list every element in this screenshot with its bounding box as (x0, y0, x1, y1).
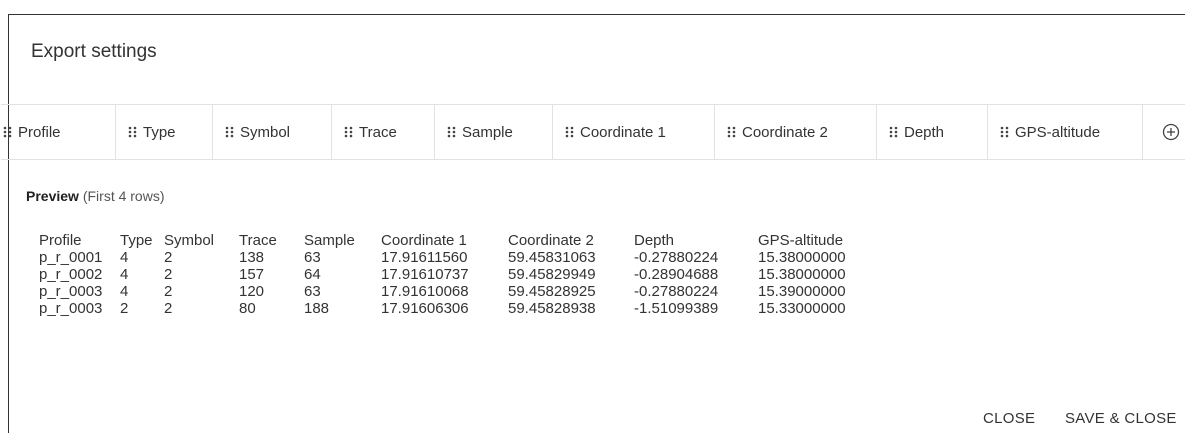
preview-header-cell: Symbol (164, 232, 215, 249)
preview-cell: 17.91611560 (381, 249, 468, 266)
column-chip-label: Symbol (240, 123, 291, 141)
preview-cell: 2 (164, 283, 173, 300)
save-and-close-button[interactable]: SAVE & CLOSE (1065, 410, 1177, 427)
drag-handle-icon (565, 126, 574, 138)
column-chip-coordinate-2[interactable]: Coordinate 2 (715, 105, 877, 159)
preview-cell: 63 (304, 283, 321, 300)
preview-header-cell: Coordinate 1 (381, 232, 467, 249)
preview-cell: 15.38000000 (758, 249, 846, 266)
column-chip-label: Profile (18, 123, 61, 141)
preview-cell: 157 (239, 266, 265, 283)
preview-label-bold: Preview (26, 188, 79, 204)
preview-cell: 4 (120, 266, 129, 283)
preview-cell: -1.51099389 (634, 300, 719, 317)
preview-cell: 64 (304, 266, 321, 283)
column-chip-trace[interactable]: Trace (332, 105, 435, 159)
preview-cell: 15.39000000 (758, 283, 846, 300)
preview-cell: p_r_0002 (39, 266, 103, 283)
preview-row: p_r_0001 4 2 138 63 17.91611560 59.45831… (39, 249, 868, 266)
preview-cell: 17.91606306 (381, 300, 469, 317)
preview-cell: 2 (164, 266, 173, 283)
preview-cell: 15.33000000 (758, 300, 846, 317)
preview-cell: 188 (304, 300, 330, 317)
drag-handle-icon (889, 126, 898, 138)
column-chip-label: Sample (462, 123, 513, 141)
column-chip-gps-altitude[interactable]: GPS-altitude (988, 105, 1143, 159)
preview-cell: 59.45828925 (508, 283, 596, 300)
column-chip-type[interactable]: Type (116, 105, 213, 159)
preview-cell: 2 (164, 300, 173, 317)
drag-handle-icon (3, 126, 12, 138)
drag-handle-icon (225, 126, 234, 138)
preview-cell: 4 (120, 283, 129, 300)
preview-cell: 63 (304, 249, 321, 266)
preview-cell: -0.27880224 (634, 283, 719, 300)
preview-cell: 59.45831063 (508, 249, 596, 266)
preview-cell: p_r_0003 (39, 283, 103, 300)
preview-header-cell: Depth (634, 232, 675, 249)
preview-label-sub: (First 4 rows) (78, 188, 165, 204)
column-order-bar: Profile Type Symbol Trace Sample Coordin… (1, 104, 1185, 160)
preview-cell: 2 (120, 300, 129, 317)
preview-table: Profile Type Symbol Trace Sample Coordin… (39, 232, 868, 317)
preview-cell: 120 (239, 283, 265, 300)
column-chip-label: Type (143, 123, 176, 141)
preview-header-cell: Coordinate 2 (508, 232, 594, 249)
preview-header-cell: Trace (239, 232, 277, 249)
plus-circle-icon (1162, 123, 1180, 141)
column-chip-depth[interactable]: Depth (877, 105, 988, 159)
preview-cell: -0.28904688 (634, 266, 719, 283)
drag-handle-icon (447, 126, 456, 138)
preview-cell: 17.91610068 (381, 283, 469, 300)
column-chip-label: Depth (904, 123, 945, 141)
preview-cell: 59.45828938 (508, 300, 596, 317)
preview-cell: -0.27880224 (634, 249, 719, 266)
drag-handle-icon (344, 126, 353, 138)
preview-row: p_r_0003 2 2 80 188 17.91606306 59.45828… (39, 300, 868, 317)
preview-cell: 15.38000000 (758, 266, 846, 283)
drag-handle-icon (128, 126, 137, 138)
preview-label: Preview (First 4 rows) (26, 188, 165, 204)
column-chip-label: Coordinate 1 (580, 123, 666, 141)
column-chip-sample[interactable]: Sample (435, 105, 553, 159)
preview-header-cell: Type (120, 232, 153, 249)
export-settings-dialog: Export settings Profile Type Symbol Trac… (1, 14, 1185, 433)
preview-row: p_r_0002 4 2 157 64 17.91610737 59.45829… (39, 266, 868, 283)
preview-cell: p_r_0001 (39, 249, 103, 266)
preview-header-cell: Sample (304, 232, 355, 249)
preview-cell: 17.91610737 (381, 266, 469, 283)
drag-handle-icon (727, 126, 736, 138)
column-chip-label: Coordinate 2 (742, 123, 828, 141)
drag-handle-icon (1000, 126, 1009, 138)
preview-cell: p_r_0003 (39, 300, 103, 317)
column-chip-profile[interactable]: Profile (1, 105, 116, 159)
close-button[interactable]: CLOSE (983, 410, 1035, 427)
preview-header-row: Profile Type Symbol Trace Sample Coordin… (39, 232, 868, 249)
column-chip-label: GPS-altitude (1015, 123, 1101, 141)
column-chip-label: Trace (359, 123, 397, 141)
column-chip-symbol[interactable]: Symbol (213, 105, 332, 159)
preview-header-cell: GPS-altitude (758, 232, 844, 249)
column-chip-coordinate-1[interactable]: Coordinate 1 (553, 105, 715, 159)
add-column-button[interactable] (1162, 105, 1180, 159)
preview-header-cell: Profile (39, 232, 82, 249)
preview-cell: 80 (239, 300, 256, 317)
preview-cell: 59.45829949 (508, 266, 596, 283)
preview-cell: 2 (164, 249, 173, 266)
dialog-title: Export settings (31, 41, 157, 62)
preview-cell: 138 (239, 249, 265, 266)
preview-cell: 4 (120, 249, 129, 266)
preview-row: p_r_0003 4 2 120 63 17.91610068 59.45828… (39, 283, 868, 300)
